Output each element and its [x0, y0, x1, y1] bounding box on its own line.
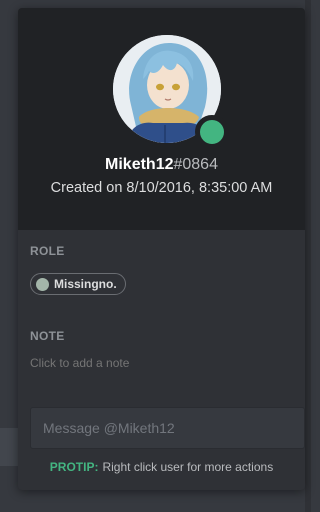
discriminator: #0864: [173, 156, 218, 173]
role-section-label: ROLE: [30, 244, 65, 258]
online-status-icon: [195, 115, 229, 149]
background-message-row: [0, 428, 18, 466]
note-section-label: NOTE: [30, 329, 65, 343]
user-profile-popout: Miketh12#0864 Created on 8/10/2016, 8:35…: [18, 8, 305, 490]
avatar-container[interactable]: [113, 35, 229, 149]
popout-header: Miketh12#0864 Created on 8/10/2016, 8:35…: [18, 8, 305, 230]
direct-message-input[interactable]: [30, 407, 305, 449]
protip-label: PROTIP:: [49, 460, 99, 474]
user-tag[interactable]: Miketh12#0864: [18, 156, 305, 174]
username: Miketh12: [105, 156, 174, 173]
account-created-date: Created on 8/10/2016, 8:35:00 AM: [50, 180, 273, 196]
role-name: Missingno.: [54, 277, 117, 291]
scrollbar-track[interactable]: [305, 0, 311, 512]
note-field[interactable]: [30, 356, 292, 370]
protip: PROTIP: Right click user for more actions: [18, 460, 305, 474]
role-color-icon[interactable]: [36, 277, 49, 291]
role-pill[interactable]: Missingno.: [30, 273, 126, 295]
protip-text: Right click user for more actions: [102, 460, 274, 474]
